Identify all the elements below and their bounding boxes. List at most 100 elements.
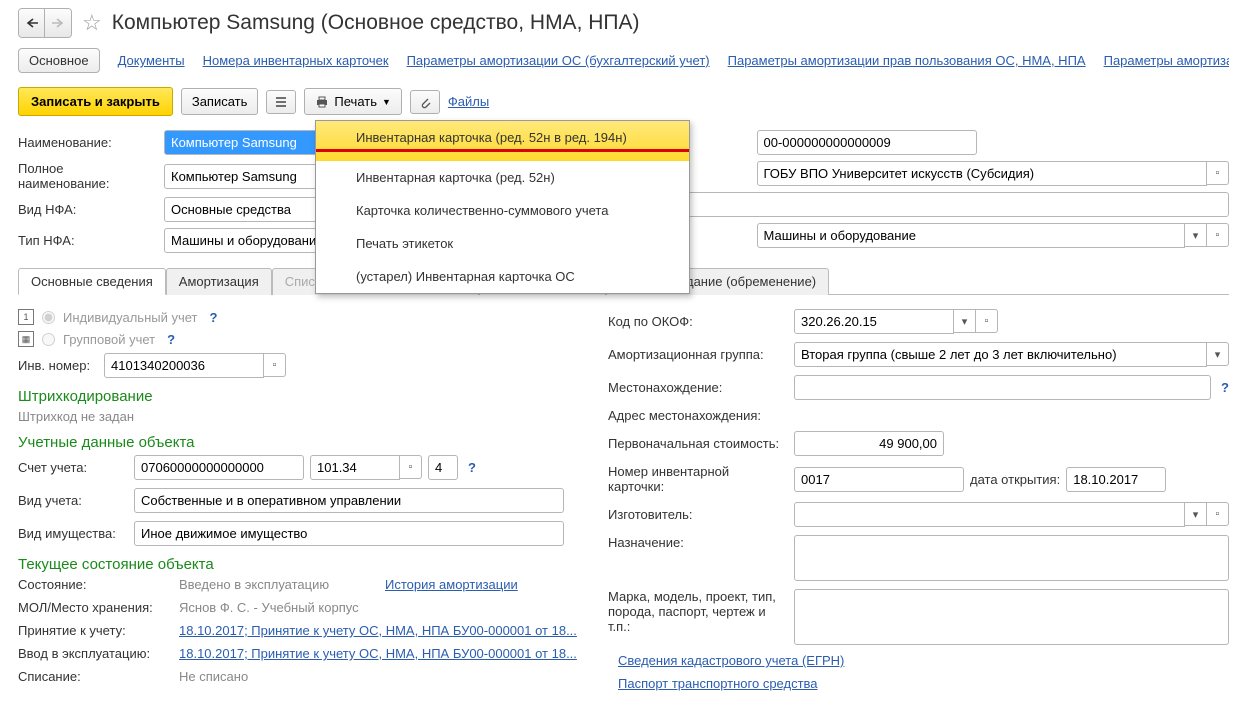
tipnfa-input[interactable] — [164, 228, 324, 253]
favorite-icon[interactable]: ☆ — [82, 10, 102, 36]
sost-label: Состояние: — [18, 577, 173, 592]
pasport-link[interactable]: Паспорт транспортного средства — [618, 676, 818, 691]
expand-icon[interactable]: ▫ — [400, 455, 422, 479]
name-label: Наименование: — [18, 135, 158, 150]
invnum-input[interactable] — [104, 353, 264, 378]
code-input[interactable] — [757, 130, 977, 155]
opendate-label: дата открытия: — [970, 472, 1060, 487]
schet3-input[interactable] — [428, 455, 458, 480]
section-tab-docs[interactable]: Документы — [118, 53, 185, 68]
files-link[interactable]: Файлы — [448, 94, 489, 109]
chevron-down-icon[interactable]: ▾ — [1207, 342, 1229, 366]
print-menu-item-3[interactable]: Печать этикеток — [316, 227, 689, 260]
marka-input[interactable] — [794, 589, 1229, 645]
opendate-input[interactable] — [1066, 467, 1166, 492]
vvod-label: Ввод в эксплуатацию: — [18, 646, 173, 661]
page-title: Компьютер Samsung (Основное средство, НМ… — [112, 11, 640, 35]
tipright-input[interactable] — [757, 223, 1186, 248]
vidimus-label: Вид имущества: — [18, 526, 128, 541]
amgrp-input[interactable] — [794, 342, 1207, 367]
print-button[interactable]: Печать▼ — [304, 88, 402, 115]
viduch-label: Вид учета: — [18, 493, 128, 508]
org-input[interactable] — [757, 161, 1208, 186]
barcode-heading: Штрихкодирование — [18, 388, 588, 405]
state-heading: Текущее состояние объекта — [18, 556, 588, 573]
name-input[interactable] — [164, 130, 324, 155]
section-tab-main[interactable]: Основное — [18, 48, 100, 73]
viduch-input[interactable] — [134, 488, 564, 513]
section-tab-rights-params[interactable]: Параметры амортизации прав пользования О… — [728, 53, 1086, 68]
group-radio — [42, 333, 55, 346]
manuf-label: Изготовитель: — [608, 507, 788, 522]
omer-input[interactable] — [687, 192, 1230, 217]
vidimus-input[interactable] — [134, 521, 564, 546]
section-tab-cardnums[interactable]: Номера инвентарных карточек — [203, 53, 389, 68]
indiv-radio — [42, 311, 55, 324]
spis-label: Списание: — [18, 669, 173, 684]
barcode-status: Штрихкод не задан — [18, 409, 588, 424]
tab-amortization[interactable]: Амортизация — [166, 268, 272, 295]
okof-label: Код по ОКОФ: — [608, 314, 788, 329]
save-button[interactable]: Записать — [181, 88, 259, 115]
manuf-input[interactable] — [794, 502, 1185, 527]
vidnfa-label: Вид НФА: — [18, 202, 158, 217]
cost-label: Первоначальная стоимость: — [608, 436, 788, 451]
save-close-button[interactable]: Записать и закрыть — [18, 87, 173, 116]
print-menu-item-4[interactable]: (устарел) Инвентарная карточка ОС — [316, 260, 689, 293]
cost-input[interactable] — [794, 431, 944, 456]
expand-icon[interactable]: ▫ — [1207, 161, 1229, 185]
print-menu-item-1[interactable]: Инвентарная карточка (ред. 52н) — [316, 161, 689, 194]
chevron-down-icon[interactable]: ▾ — [954, 309, 976, 333]
spis-value: Не списано — [179, 669, 248, 684]
prin-link[interactable]: 18.10.2017; Принятие к учету ОС, НМА, НП… — [179, 623, 577, 638]
chevron-down-icon: ▼ — [382, 97, 391, 107]
help-icon[interactable]: ? — [210, 310, 218, 325]
attach-button[interactable] — [410, 90, 440, 114]
nav-back-button[interactable] — [19, 9, 45, 37]
help-icon[interactable]: ? — [468, 460, 476, 475]
amgrp-label: Амортизационная группа: — [608, 347, 788, 362]
marka-label: Марка, модель, проект, тип, порода, пасп… — [608, 589, 788, 634]
schet1-input[interactable] — [134, 455, 304, 480]
list-button[interactable] — [266, 90, 296, 114]
printer-icon — [315, 95, 329, 109]
print-menu-item-0[interactable]: Инвентарная карточка (ред. 52н в ред. 19… — [316, 121, 689, 161]
vvod-link[interactable]: 18.10.2017; Принятие к учету ОС, НМА, НП… — [179, 646, 577, 661]
schet2-input[interactable] — [310, 455, 400, 480]
expand-icon[interactable]: ▫ — [264, 353, 286, 377]
schet-label: Счет учета: — [18, 460, 128, 475]
mol-label: МОЛ/Место хранения: — [18, 600, 173, 615]
addr-label: Адрес местонахождения: — [608, 408, 788, 423]
help-icon[interactable]: ? — [1221, 380, 1229, 395]
chevron-down-icon[interactable]: ▾ — [1185, 223, 1207, 247]
expand-icon[interactable]: ▫ — [1207, 223, 1229, 247]
group-icon: ▦ — [18, 331, 34, 347]
tab-main-info[interactable]: Основные сведения — [18, 268, 166, 295]
vidnfa-input[interactable] — [164, 197, 324, 222]
expand-icon[interactable]: ▫ — [976, 309, 998, 333]
loc-label: Местонахождение: — [608, 380, 788, 395]
mol-value: Яснов Ф. С. - Учебный корпус — [179, 600, 359, 615]
fullname-input[interactable] — [164, 164, 324, 189]
prin-label: Принятие к учету: — [18, 623, 173, 638]
section-tab-more[interactable]: Параметры амортизационно — [1104, 53, 1229, 68]
okof-input[interactable] — [794, 309, 954, 334]
nazn-label: Назначение: — [608, 535, 788, 550]
fullname-label: Полное наименование: — [18, 161, 158, 191]
help-icon[interactable]: ? — [167, 332, 175, 347]
section-tab-amort-params[interactable]: Параметры амортизации ОС (бухгалтерский … — [407, 53, 710, 68]
single-icon: 1 — [18, 309, 34, 325]
nazn-input[interactable] — [794, 535, 1229, 581]
print-menu-item-2[interactable]: Карточка количественно-суммового учета — [316, 194, 689, 227]
cardnum-label: Номер инвентарной карточки: — [608, 464, 788, 494]
egrn-link[interactable]: Сведения кадастрового учета (ЕГРН) — [618, 653, 844, 668]
chevron-down-icon[interactable]: ▾ — [1185, 502, 1207, 526]
loc-input[interactable] — [794, 375, 1211, 400]
tipnfa-label: Тип НФА: — [18, 233, 158, 248]
sost-value: Введено в эксплуатацию — [179, 577, 379, 592]
invnum-label: Инв. номер: — [18, 358, 98, 373]
cardnum-input[interactable] — [794, 467, 964, 492]
nav-fwd-button[interactable] — [45, 9, 71, 37]
expand-icon[interactable]: ▫ — [1207, 502, 1229, 526]
history-link[interactable]: История амортизации — [385, 577, 518, 592]
